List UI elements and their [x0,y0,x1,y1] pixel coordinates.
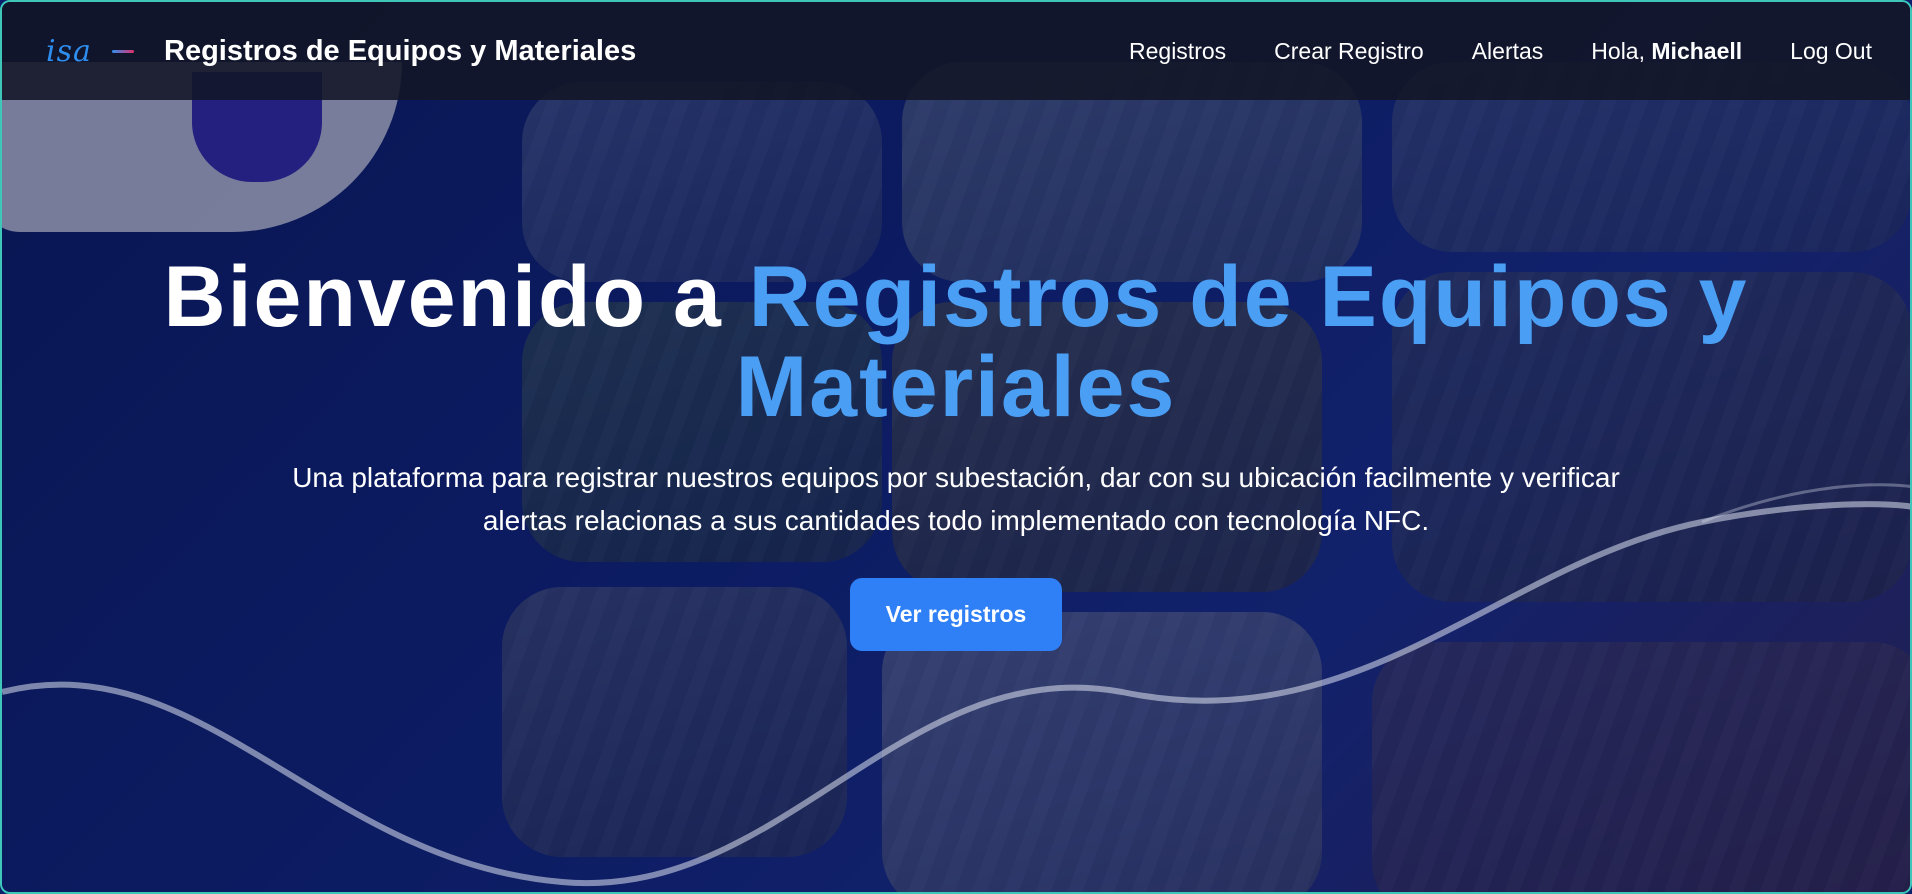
greeting-prefix: Hola, [1591,37,1652,64]
logo-text: isa [46,33,92,69]
hero-section: Bienvenido a Registros de Equipos y Mate… [2,252,1910,651]
hero-title: Bienvenido a Registros de Equipos y Mate… [2,252,1910,432]
logout-link[interactable]: Log Out [1790,38,1872,65]
top-navbar: isa Registros de Equipos y Materiales Re… [2,2,1910,100]
nav-link-alertas[interactable]: Alertas [1472,38,1544,65]
nav-link-registros[interactable]: Registros [1129,38,1226,65]
isa-logo-icon[interactable]: isa [46,34,136,69]
logo-accent-dash [112,49,134,53]
hero-subtitle: Una plataforma para registrar nuestros e… [292,462,1620,536]
user-name: Michaell [1651,37,1743,64]
hero-title-accent: Registros de Equipos y Materiales [735,249,1749,435]
nav-links: Registros Crear Registro Alertas Hola, M… [1129,38,1872,65]
nav-link-crear-registro[interactable]: Crear Registro [1274,38,1424,65]
brand-title[interactable]: Registros de Equipos y Materiales [164,35,636,68]
hero-title-prefix: Bienvenido a [163,249,749,345]
view-records-button[interactable]: Ver registros [849,578,1063,651]
page-frame: isa Registros de Equipos y Materiales Re… [0,0,1912,894]
user-greeting: Hola, Michaell [1591,38,1742,65]
